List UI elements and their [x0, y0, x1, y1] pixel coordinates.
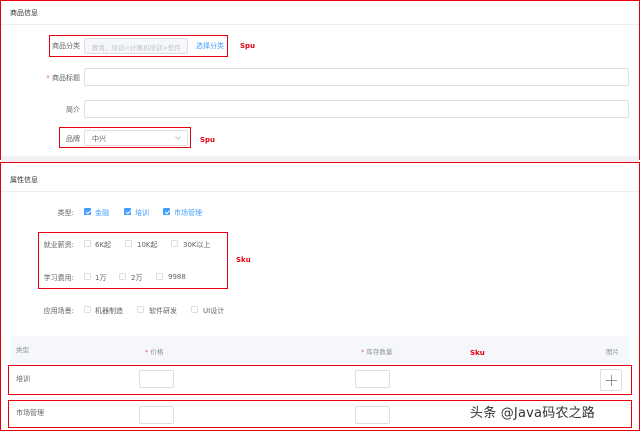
sku-row-highlight-1 — [8, 365, 632, 395]
sku-annotation-table: Sku — [470, 349, 485, 357]
checkbox-salary-6k-label: 6K起 — [95, 241, 112, 249]
checkbox-marketing[interactable] — [163, 208, 170, 215]
checkbox-marketing-label: 市场管理 — [174, 209, 202, 217]
sku-row-stock-input[interactable] — [355, 370, 390, 388]
checkbox-salary-10k-label: 10K起 — [137, 241, 158, 249]
checkbox-salary-6k[interactable] — [84, 240, 91, 247]
brand-label: 品牌 — [66, 135, 80, 143]
spu-annotation-brand: Spu — [200, 136, 216, 144]
column-header-price: * 价格 — [145, 346, 163, 356]
product-section-divider — [1, 24, 639, 25]
checkbox-scene-software-label: 软件研发 — [149, 307, 177, 315]
checkbox-finance[interactable] — [84, 208, 91, 215]
category-label: 商品分类 — [52, 42, 80, 50]
checkbox-scene-software[interactable] — [137, 306, 144, 313]
upload-image-button[interactable] — [600, 369, 622, 391]
salary-label: 就业薪资: — [43, 241, 74, 249]
select-category-link[interactable]: 选择分类 — [196, 41, 224, 51]
checkbox-fee-20k[interactable] — [119, 273, 126, 280]
checkbox-scene-manufacturing-label: 机器制造 — [95, 307, 123, 315]
spu-annotation-category: Spu — [240, 42, 256, 50]
checkbox-fee-10k-label: 1万 — [95, 274, 107, 282]
column-header-price-text: 价格 — [150, 348, 164, 356]
sku-row-price-input[interactable] — [139, 406, 174, 424]
sku-row-stock-input[interactable] — [355, 406, 390, 424]
sku-table-header — [10, 336, 630, 364]
required-mark: * — [361, 348, 365, 356]
checkbox-salary-30k[interactable] — [171, 240, 178, 247]
sku-annotation-attributes: Sku — [236, 256, 251, 264]
column-header-image: 图片 — [606, 348, 619, 356]
checkbox-scene-ui-label: UI设计 — [203, 307, 225, 315]
intro-label: 简介 — [66, 106, 80, 114]
checkbox-fee-9988-label: 9988 — [168, 273, 186, 281]
checkbox-fee-9988[interactable] — [156, 273, 163, 280]
sku-row-price-input[interactable] — [139, 370, 174, 388]
brand-select[interactable]: 中兴 — [84, 130, 188, 146]
column-header-stock-text: 库存数量 — [366, 348, 393, 356]
product-title-label-text: 商品标题 — [52, 74, 80, 82]
chevron-down-icon — [175, 136, 181, 140]
attribute-section-divider — [1, 191, 639, 192]
sku-row-type: 培训 — [16, 375, 30, 383]
checkbox-scene-ui[interactable] — [191, 306, 198, 313]
scene-label: 应用场景: — [43, 307, 74, 315]
attribute-section-title: 属性信息 — [10, 176, 38, 184]
product-title-label: * 商品标题 — [38, 73, 80, 83]
checkbox-fee-10k[interactable] — [84, 273, 91, 280]
watermark-text: 头条 @Java码农之路 — [470, 406, 595, 421]
checkbox-training-label: 培训 — [135, 209, 149, 217]
column-header-type: 类型 — [16, 346, 29, 354]
brand-select-value: 中兴 — [92, 135, 106, 143]
checkbox-finance-label: 金融 — [95, 209, 109, 217]
checkbox-scene-manufacturing[interactable] — [84, 306, 91, 313]
sku-row-type: 市场管理 — [16, 409, 44, 417]
category-placeholder: 教育、培训>计算机培训>软件 — [92, 44, 181, 52]
intro-input[interactable] — [84, 100, 629, 118]
column-header-stock: * 库存数量 — [361, 346, 392, 356]
required-mark: * — [145, 348, 149, 356]
product-title-input[interactable] — [84, 68, 629, 86]
checkbox-salary-30k-label: 30K以上 — [183, 241, 211, 249]
type-label: 类型: — [57, 209, 74, 217]
fee-label: 学习费用: — [43, 274, 74, 282]
checkbox-training[interactable] — [124, 208, 131, 215]
checkbox-salary-10k[interactable] — [125, 240, 132, 247]
required-mark: * — [46, 74, 50, 82]
checkbox-fee-20k-label: 2万 — [131, 274, 143, 282]
product-section-title: 商品信息 — [10, 9, 38, 17]
